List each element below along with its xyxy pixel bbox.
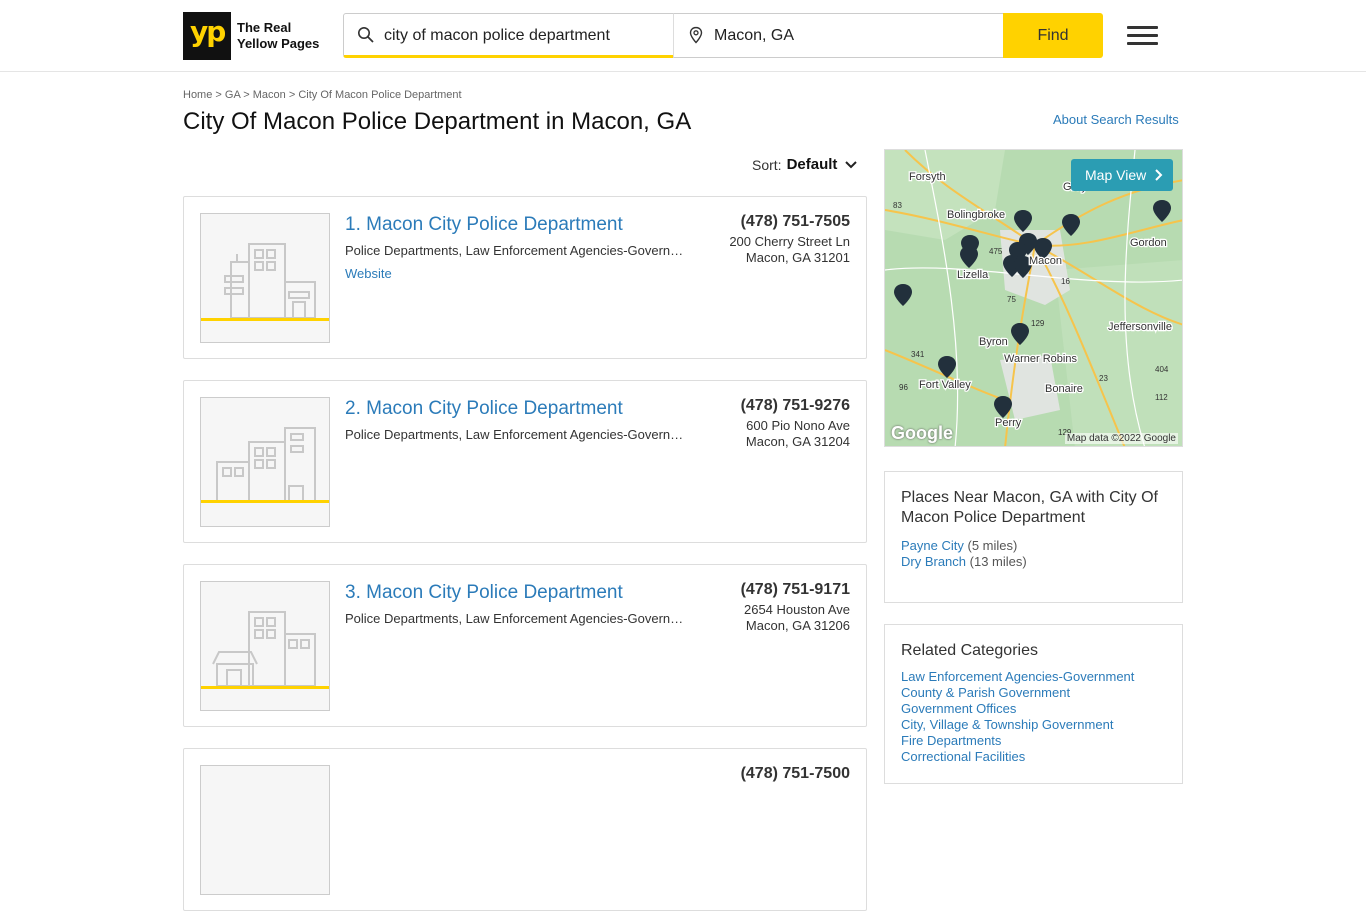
building-icon	[201, 243, 329, 321]
chevron-right-icon	[1155, 169, 1163, 181]
related-category-link[interactable]: County & Parish Government	[901, 685, 1070, 700]
result-card: 2. Macon City Police Department Police D…	[183, 380, 867, 543]
nearby-place-link[interactable]: Dry Branch	[901, 554, 966, 569]
places-near-panel: Places Near Macon, GA with City Of Macon…	[884, 471, 1183, 603]
map-canvas: Forsyth Bolingbroke Gray Gordon Lizella …	[885, 150, 1182, 446]
nearby-place-distance: (5 miles)	[967, 538, 1018, 553]
svg-text:341: 341	[911, 350, 925, 359]
svg-text:Forsyth: Forsyth	[909, 171, 946, 183]
about-search-results-link[interactable]: About Search Results	[1053, 112, 1179, 127]
nearby-place-item: Dry Branch (13 miles)	[901, 554, 1182, 570]
related-category-link[interactable]: Fire Departments	[901, 733, 1001, 748]
search-what-input[interactable]	[384, 24, 664, 48]
breadcrumb-state[interactable]: GA	[225, 89, 240, 101]
search-where-input[interactable]	[714, 24, 994, 48]
nearby-place-link[interactable]: Payne City	[901, 538, 964, 553]
chevron-down-icon	[845, 160, 858, 168]
svg-text:Perry: Perry	[995, 417, 1022, 429]
svg-text:16: 16	[1061, 277, 1070, 286]
hamburger-menu-icon[interactable]	[1127, 26, 1159, 46]
nearby-place-item: Payne City (5 miles)	[901, 538, 1182, 554]
building-icon	[201, 611, 329, 689]
business-placeholder-image[interactable]	[200, 581, 330, 711]
svg-text:Lizella: Lizella	[957, 269, 989, 281]
sort-label: Sort:	[752, 156, 782, 173]
places-near-title: Places Near Macon, GA with City Of Macon…	[901, 489, 1158, 526]
svg-text:112: 112	[1155, 393, 1168, 402]
svg-text:475: 475	[989, 247, 1003, 256]
breadcrumb-city[interactable]: Macon	[253, 89, 286, 101]
business-name-link[interactable]: 3. Macon City Police Department	[345, 582, 623, 604]
website-link[interactable]: Website	[345, 266, 392, 281]
results-map[interactable]: Forsyth Bolingbroke Gray Gordon Lizella …	[884, 149, 1183, 447]
breadcrumb-home[interactable]: Home	[183, 89, 212, 101]
business-city: Macon, GA 31201	[745, 250, 850, 265]
result-card: 3. Macon City Police Department Police D…	[183, 564, 867, 727]
svg-text:Bonaire: Bonaire	[1045, 383, 1083, 395]
search-icon	[358, 27, 374, 43]
business-name-link[interactable]: 1. Macon City Police Department	[345, 214, 623, 236]
business-city: Macon, GA 31206	[745, 618, 850, 633]
business-categories: Police Departments, Law Enforcement Agen…	[345, 243, 687, 258]
page-title: City Of Macon Police Department in Macon…	[183, 108, 692, 135]
svg-text:404: 404	[1155, 365, 1169, 374]
sort-value: Default	[786, 156, 838, 173]
related-categories-panel: Related Categories Law Enforcement Agenc…	[884, 624, 1183, 784]
related-categories-title: Related Categories	[901, 642, 1038, 659]
business-street: 2654 Houston Ave	[743, 602, 850, 617]
business-phone[interactable]: (478) 751-7505	[741, 213, 850, 231]
site-header: yp The Real Yellow Pages Find	[0, 0, 1366, 72]
svg-text:129: 129	[1031, 319, 1045, 328]
related-category-link[interactable]: Law Enforcement Agencies-Government	[901, 669, 1134, 684]
result-card: 1. Macon City Police Department Police D…	[183, 196, 867, 359]
search-where-field[interactable]	[673, 13, 1004, 58]
business-categories: Police Departments, Law Enforcement Agen…	[345, 611, 687, 626]
svg-text:Bolingbroke: Bolingbroke	[947, 209, 1005, 221]
business-categories: Police Departments, Law Enforcement Agen…	[345, 427, 687, 442]
svg-text:Byron: Byron	[979, 336, 1008, 348]
svg-text:83: 83	[893, 201, 902, 210]
svg-text:23: 23	[1099, 374, 1108, 383]
sort-dropdown[interactable]: Sort: Default	[752, 156, 858, 173]
result-card: (478) 751-7500	[183, 748, 867, 911]
find-button[interactable]: Find	[1003, 13, 1103, 58]
nearby-place-distance: (13 miles)	[969, 554, 1027, 569]
google-logo: Google	[891, 423, 953, 443]
svg-text:96: 96	[899, 383, 908, 392]
business-street: 200 Cherry Street Ln	[729, 234, 850, 249]
svg-text:Warner Robins: Warner Robins	[1004, 353, 1077, 365]
yp-logo-mark: yp	[183, 12, 231, 60]
related-category-link[interactable]: Government Offices	[901, 701, 1016, 716]
svg-text:Macon: Macon	[1029, 255, 1062, 267]
building-icon	[201, 427, 329, 503]
search-what-field[interactable]	[343, 13, 674, 58]
yp-logo[interactable]: yp The Real Yellow Pages	[183, 12, 319, 60]
svg-text:75: 75	[1007, 295, 1016, 304]
location-pin-icon	[689, 26, 703, 44]
related-category-link[interactable]: Correctional Facilities	[901, 749, 1025, 764]
svg-text:Gordon: Gordon	[1130, 237, 1167, 249]
business-name-link[interactable]: 2. Macon City Police Department	[345, 398, 623, 420]
svg-text:Jeffersonville: Jeffersonville	[1108, 321, 1172, 333]
business-city: Macon, GA 31204	[745, 434, 850, 449]
yp-logo-text: The Real Yellow Pages	[237, 20, 320, 51]
business-placeholder-image[interactable]	[200, 397, 330, 527]
business-phone[interactable]: (478) 751-9171	[741, 581, 850, 599]
breadcrumb-current: City Of Macon Police Department	[298, 89, 462, 101]
svg-text:Fort Valley: Fort Valley	[919, 379, 971, 391]
map-attribution[interactable]: Map data ©2022 Google	[1064, 433, 1178, 444]
business-placeholder-image[interactable]	[200, 765, 330, 895]
related-category-link[interactable]: City, Village & Township Government	[901, 717, 1113, 732]
breadcrumb: Home > GA > Macon > City Of Macon Police…	[183, 89, 462, 101]
business-street: 600 Pio Nono Ave	[746, 418, 850, 433]
map-view-button[interactable]: Map View	[1071, 159, 1173, 191]
business-phone[interactable]: (478) 751-9276	[741, 397, 850, 415]
business-placeholder-image[interactable]	[200, 213, 330, 343]
